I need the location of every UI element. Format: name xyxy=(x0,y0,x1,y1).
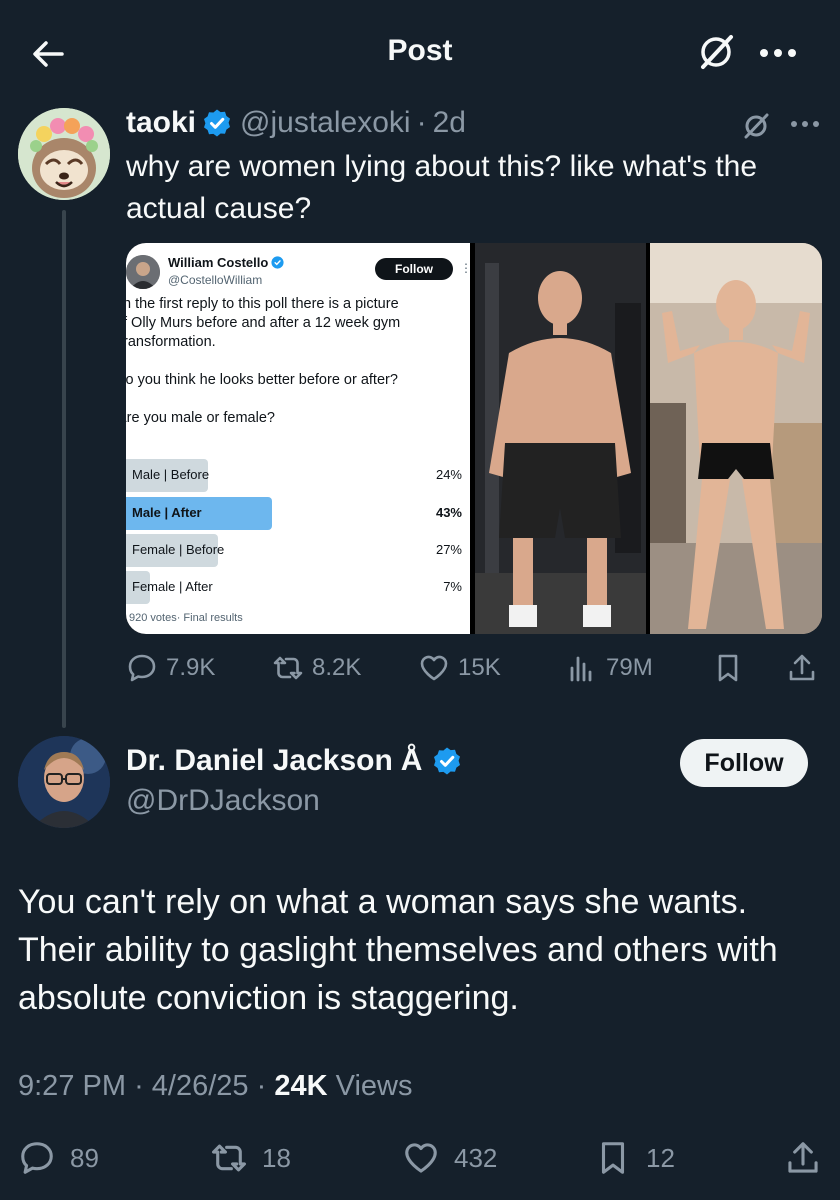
poll-body-line: f Olly Murs before and after a 12 week g… xyxy=(126,315,401,331)
thread-connector-line xyxy=(62,210,66,728)
author-name[interactable]: Dr. Daniel Jackson xyxy=(126,744,393,778)
share-button[interactable] xyxy=(786,648,826,688)
top-bar: Post xyxy=(0,0,840,104)
more-icon[interactable] xyxy=(758,46,798,60)
reply-icon xyxy=(128,654,156,682)
quoted-tweet-header: taoki @justalexoki · 2d xyxy=(126,104,466,142)
before-photo-illustration xyxy=(475,243,646,634)
poll-option: Male | After 43% xyxy=(126,497,466,530)
separator-dot: · xyxy=(416,106,427,139)
author-name[interactable]: taoki xyxy=(126,106,196,140)
verified-badge-icon xyxy=(434,747,461,775)
poll-option: Female | Before 27% xyxy=(126,534,466,567)
bookmark-button[interactable] xyxy=(712,648,752,688)
poll-question-2: Are you male or female? xyxy=(126,410,275,426)
tweet-meta: 9:27 PM · 4/26/25 · 24K Views xyxy=(18,1070,412,1103)
repost-count: 18 xyxy=(262,1142,291,1173)
views-label: Views xyxy=(335,1070,413,1102)
repost-icon xyxy=(273,656,303,680)
poll-option-percent: 24% xyxy=(435,467,462,482)
follow-button[interactable]: Follow xyxy=(680,739,808,787)
poll-option: Male | Before 24% xyxy=(126,459,466,492)
name-symbol: Å xyxy=(400,744,423,777)
poll-more-icon: ⋮ xyxy=(460,261,472,275)
poll-screenshot-image[interactable]: William Costello @CostelloWilliam Follow… xyxy=(126,243,472,634)
poll-author-handle: @CostelloWilliam xyxy=(168,273,263,287)
poll-body-text: n the first reply to this poll there is … xyxy=(126,295,463,447)
reply-count: 89 xyxy=(70,1142,99,1173)
like-button[interactable]: 432 xyxy=(402,1136,497,1180)
poll-option-label: Female | After xyxy=(132,579,213,594)
separator-dot: · xyxy=(256,1070,267,1102)
views-count: 24K xyxy=(274,1070,328,1102)
media-grid[interactable]: William Costello @CostelloWilliam Follow… xyxy=(126,243,822,634)
more-icon[interactable] xyxy=(790,118,820,130)
share-button[interactable] xyxy=(784,1136,836,1180)
poll-follow-label: Follow xyxy=(375,258,453,280)
poll-option-label: Male | After xyxy=(132,505,202,520)
views-button[interactable]: 79M xyxy=(566,648,653,688)
like-button[interactable]: 15K xyxy=(418,648,501,688)
post-time[interactable]: 2d xyxy=(433,106,466,140)
share-icon xyxy=(789,654,815,681)
avatar xyxy=(126,255,160,289)
repost-count: 8.2K xyxy=(312,654,362,681)
verified-badge-icon xyxy=(204,109,231,137)
reply-button[interactable]: 7.9K xyxy=(126,648,215,688)
tweet-date[interactable]: 4/26/25 xyxy=(152,1070,249,1102)
share-icon xyxy=(788,1142,818,1173)
views-icon xyxy=(570,656,592,682)
like-icon xyxy=(405,1143,437,1173)
like-count: 15K xyxy=(458,654,501,681)
like-count: 432 xyxy=(454,1142,498,1173)
reply-button[interactable]: 89 xyxy=(18,1136,99,1180)
poll-option-label: Male | Before xyxy=(132,467,210,482)
avatar[interactable] xyxy=(18,736,110,828)
after-photo[interactable] xyxy=(650,243,822,634)
tweet-time[interactable]: 9:27 PM xyxy=(18,1070,126,1102)
poll-option-percent: 43% xyxy=(435,505,462,520)
separator-dot: · xyxy=(134,1070,144,1102)
portrait-avatar-illustration xyxy=(18,736,110,828)
poll-footer: 920 votes· Final results xyxy=(129,612,243,624)
tweet-action-bar: 89 18 432 12 xyxy=(18,1136,822,1180)
views-count: 79M xyxy=(606,654,653,681)
reply-icon xyxy=(21,1142,53,1174)
quoted-tweet-text: why are women lying about this? like wha… xyxy=(126,150,758,225)
poll-body-line: n the first reply to this poll there is … xyxy=(126,296,399,312)
bookmark-button[interactable]: 12 xyxy=(594,1136,675,1180)
reply-count: 7.9K xyxy=(166,654,216,681)
author-handle[interactable]: @justalexoki xyxy=(240,106,411,140)
repost-icon xyxy=(212,1144,246,1172)
grok-icon[interactable] xyxy=(694,30,738,74)
author-name-row: Dr. Daniel Jackson Å xyxy=(126,744,470,778)
poll-option-label: Female | Before xyxy=(132,542,225,557)
quoted-tweet-action-bar: 7.9K 8.2K 15K 79M xyxy=(126,648,822,688)
poll-option: Female | After 7% xyxy=(126,571,466,604)
bookmark-icon xyxy=(718,654,738,682)
author-handle[interactable]: @DrDJackson xyxy=(126,784,320,818)
tweet-text: You can't rely on what a woman says she … xyxy=(18,883,778,1017)
poll-body-line: ransformation. xyxy=(126,334,216,350)
sloth-avatar-illustration xyxy=(18,108,110,200)
repost-button[interactable]: 18 xyxy=(210,1136,291,1180)
like-icon xyxy=(420,655,448,681)
poll-author-name: William Costello xyxy=(168,255,284,270)
poll-author-name-text: William Costello xyxy=(168,255,269,270)
poll-option-percent: 27% xyxy=(435,542,462,557)
poll-question-1: Do you think he looks better before or a… xyxy=(126,372,398,388)
bookmark-count: 12 xyxy=(646,1142,675,1173)
verified-badge-icon xyxy=(271,256,284,269)
after-photo-illustration xyxy=(650,243,822,634)
bookmark-icon xyxy=(601,1142,625,1174)
avatar[interactable] xyxy=(18,108,110,200)
before-photo[interactable] xyxy=(475,243,646,634)
grok-icon[interactable] xyxy=(740,110,772,142)
repost-button[interactable]: 8.2K xyxy=(272,648,361,688)
poll-option-percent: 7% xyxy=(443,579,462,594)
